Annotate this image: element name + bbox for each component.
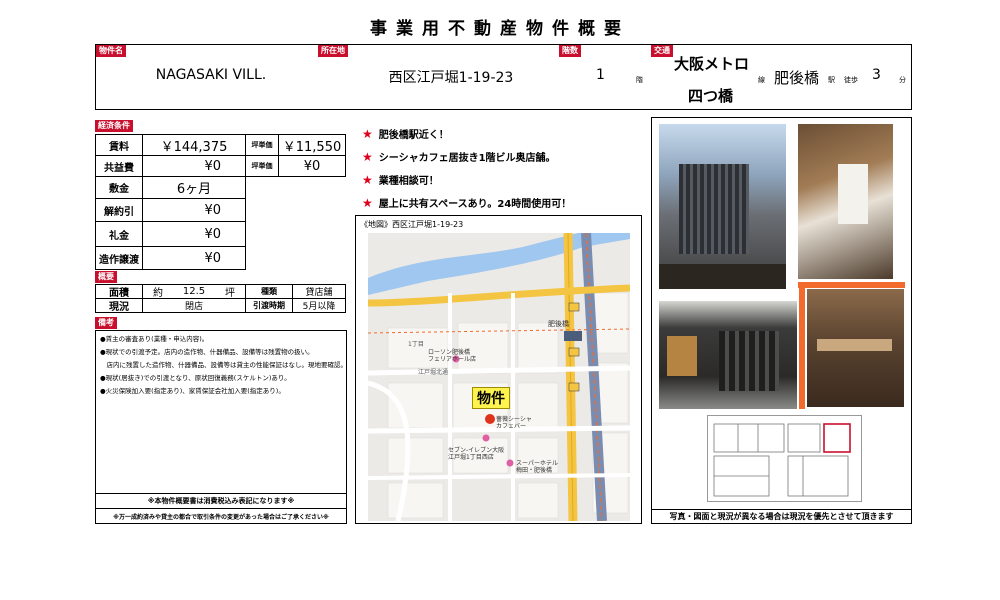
star-icon: ★	[362, 195, 373, 210]
floor-plan[interactable]	[707, 415, 862, 502]
feature-list: ★ 肥後橋駅近く！ ★ シーシャカフェ居抜き1階ビル奥店舗。 ★ 業種相談可！ ★ 屋上…	[362, 122, 642, 214]
minute-unit: 分	[899, 76, 906, 84]
transfer-label: 造作譲渡	[95, 246, 143, 270]
area-value: 12.5	[182, 286, 206, 297]
photo-caption: 写真・図面と現況が異なる場合は現況を優先とさせて頂きます	[651, 509, 912, 524]
star-icon: ★	[362, 126, 373, 141]
deposit-label: 敷金	[95, 176, 143, 199]
remark-line: ●火災保険加入要(指定あり)、家賃保証会社加入要(指定あり)。	[100, 387, 285, 395]
map-label-higobashi: 肥後橋	[548, 320, 569, 328]
property-marker[interactable]: 物件	[472, 387, 510, 409]
rent-label: 賃料	[95, 134, 143, 156]
property-header: 物件名 NAGASAKI VILL. 所在地 西区江戸堀1-19-23 階数 1…	[95, 44, 912, 110]
line-unit: 線	[758, 76, 765, 84]
floor-plan-graphic	[713, 423, 851, 497]
transfer-value: ¥0	[142, 246, 246, 270]
remarks-box: ●賃主の審査あり(業種・申込内容)。 ●現状での引渡予定。店内の造作物、什器備品…	[95, 330, 347, 494]
walk-minutes: 3	[872, 67, 881, 83]
handover-value: 5月以降	[292, 298, 346, 313]
station-name: 肥後橋	[774, 69, 820, 87]
key-money-value: ¥0	[142, 221, 246, 247]
rent-value: ￥144,375	[142, 134, 246, 156]
feature-item: ★ 屋上に共有スペースあり。24時間使用可！	[362, 195, 572, 211]
rent-tsubo-value: ￥11,550	[278, 134, 346, 156]
storefront-photo	[659, 301, 797, 409]
feature-item: ★ 業種相談可！	[362, 172, 439, 188]
map-label-chome: 1丁目	[408, 341, 424, 348]
photo-divider-frame-v	[799, 282, 805, 409]
summary-tag: 概要	[95, 271, 117, 283]
map-caption: 《地図》西区江戸堀1-19-23	[360, 220, 464, 229]
status-label: 現況	[95, 298, 143, 313]
feature-item: ★ 肥後橋駅近く！	[362, 126, 449, 142]
name-tag: 物件名	[96, 45, 126, 57]
property-location: 西区江戸堀1-19-23	[388, 70, 514, 86]
area-label: 面積	[95, 284, 143, 299]
area-value-cell: 約 12.5 坪	[142, 284, 246, 299]
star-icon: ★	[362, 172, 373, 187]
location-tag: 所在地	[318, 45, 348, 57]
remark-line: ●現状での引渡予定。店内の造作物、什器備品、設備等は残置物の扱い。	[100, 348, 314, 356]
floor-value: 1	[596, 67, 605, 83]
remark-line: ●賃主の審査あり(業種・申込内容)。	[100, 335, 209, 343]
page-title: 事業用不動産物件概要	[370, 19, 630, 39]
remark-line: 店内に残置した造作物、什器備品、設備等は貸主の性能保証はなし。現地要確認。	[100, 361, 348, 369]
map-area[interactable]: 1丁目 ローソン肥後橋 フェリアホール店 肥後橋 江戸堀北通 物件 薔薇シーシャ…	[368, 233, 630, 521]
map-label-hotel-2: 梅田・肥後橋	[516, 467, 553, 474]
deposit-value: 6ヶ月	[142, 176, 246, 199]
map-label-shop-2: カフェバー	[496, 423, 527, 430]
common-tsubo-label: 坪単価	[245, 155, 279, 177]
economic-tag: 経済条件	[95, 120, 133, 132]
photo-divider-frame	[798, 282, 905, 288]
status-value: 閉店	[142, 298, 246, 313]
station-unit: 駅	[828, 76, 835, 84]
map-label-seven-2: 江戸堀1丁目西店	[448, 454, 494, 461]
map-label-edobori: 江戸堀北通	[418, 369, 449, 376]
remark-line: ●現状(居抜き)での引渡となり、原状回復義務(スケルトン)あり。	[100, 374, 291, 382]
line-name-2: 四つ橋	[688, 87, 734, 105]
walk-label: 徒歩	[844, 76, 858, 84]
area-prefix: 約	[152, 288, 163, 299]
map-label-lawson-2: フェリアホール店	[428, 356, 477, 363]
interior-photo	[807, 289, 904, 407]
disclaimer-note: ※万一成約済みや貸主の都合で取引条件の変更があった場合はご了承ください※	[95, 508, 347, 524]
handover-label: 引渡時期	[245, 298, 293, 313]
star-icon: ★	[362, 149, 373, 164]
staircase-photo	[798, 124, 893, 279]
traffic-tag: 交通	[651, 45, 673, 57]
line-name: 大阪メトロ	[674, 55, 750, 73]
common-value: ¥0	[142, 155, 246, 177]
tax-note: ※本物件概要書は消費税込み表記になります※	[95, 493, 347, 509]
map-graphic	[368, 233, 630, 521]
type-label: 種類	[245, 284, 293, 299]
cancel-label: 解約引	[95, 198, 143, 222]
property-name: NAGASAKI VILL.	[155, 67, 267, 83]
area-unit: 坪	[225, 288, 236, 299]
common-tsubo-value: ¥0	[278, 155, 346, 177]
cancel-value: ¥0	[142, 198, 246, 222]
floor-tag: 階数	[559, 45, 581, 57]
building-exterior-photo	[659, 124, 786, 289]
floor-unit: 階	[636, 76, 643, 84]
map-panel: 《地図》西区江戸堀1-19-23 1丁目 ローソン肥後橋 フェリアホール店 肥後…	[355, 215, 642, 524]
remarks-tag: 備考	[95, 317, 117, 329]
photo-panel	[651, 117, 912, 510]
common-label: 共益費	[95, 155, 143, 177]
type-value: 貸店舗	[292, 284, 346, 299]
feature-item: ★ シーシャカフェ居抜き1階ビル奥店舗。	[362, 149, 556, 165]
key-money-label: 礼金	[95, 221, 143, 247]
rent-tsubo-label: 坪単価	[245, 134, 279, 156]
